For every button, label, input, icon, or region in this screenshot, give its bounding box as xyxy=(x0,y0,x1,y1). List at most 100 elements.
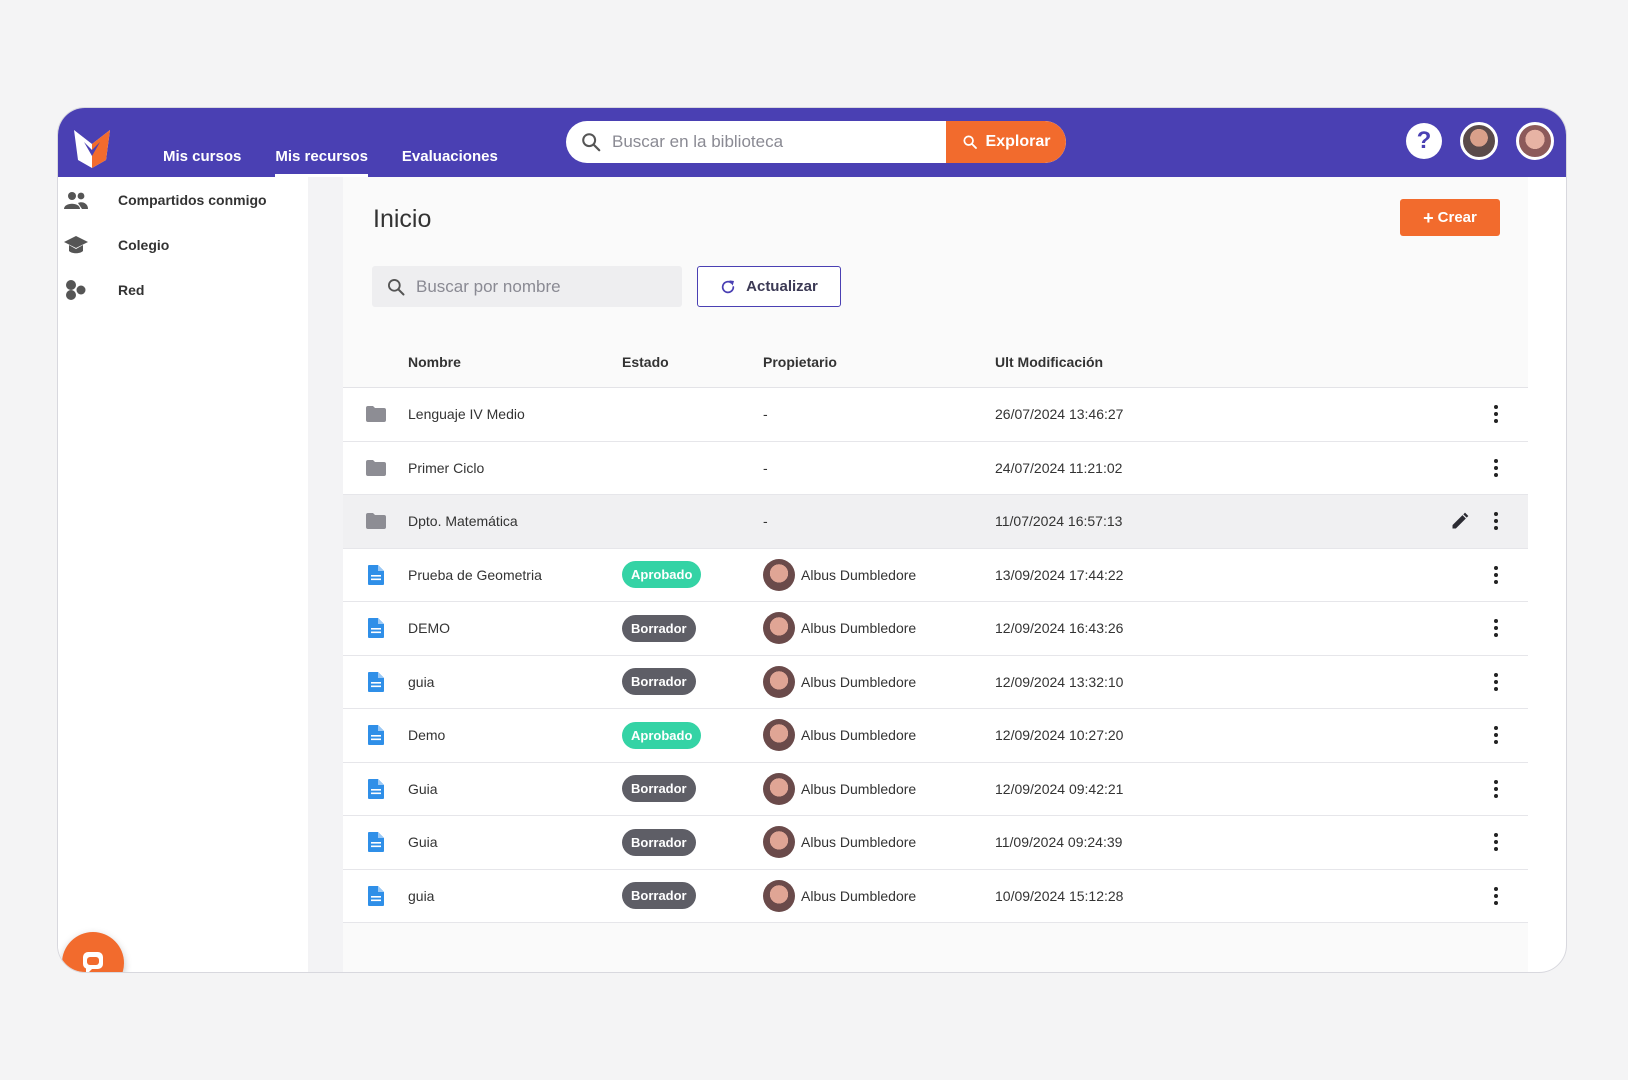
help-icon[interactable]: ? xyxy=(1406,123,1442,159)
table-row[interactable]: guia Borrador Albus Dumbledore 12/09/2024 1… xyxy=(343,655,1528,709)
resource-modified: 26/07/2024 13:46:27 xyxy=(995,406,1124,423)
owner-name: Albus Dumbledore xyxy=(801,566,917,583)
status-badge: Borrador xyxy=(622,828,696,856)
table-row[interactable]: Prueba de Geometria Aprobado Albus Dumbled… xyxy=(343,548,1528,602)
table-body: Lenguaje IV Medio - 26/07/2024 13:46:27 Pri… xyxy=(343,388,1528,923)
owner-avatar xyxy=(763,665,795,698)
owner-avatar xyxy=(763,772,795,805)
row-type-icon xyxy=(343,459,408,476)
table-header: Nombre Estado Propietario Ult Modificaci… xyxy=(343,337,1528,388)
resource-name[interactable]: Demo xyxy=(408,727,622,743)
resource-state: Borrador xyxy=(622,775,763,803)
more-options-icon[interactable] xyxy=(1494,405,1498,424)
owner-name: Albus Dumbledore xyxy=(801,727,917,744)
resource-name[interactable]: DEMO xyxy=(408,620,622,636)
table-row[interactable]: DEMO Borrador Albus Dumbledore 12/09/2024 1… xyxy=(343,602,1528,656)
sidebar-item-shared[interactable]: Compartidos conmigo xyxy=(58,177,308,222)
resources-table: Nombre Estado Propietario Ult Modificaci… xyxy=(343,337,1528,923)
row-actions xyxy=(1365,886,1528,905)
resource-owner: - xyxy=(763,513,995,529)
more-options-icon[interactable] xyxy=(1494,619,1498,638)
column-name[interactable]: Nombre xyxy=(408,354,622,370)
table-row[interactable]: Primer Ciclo - 24/07/2024 11:21:02 xyxy=(343,441,1528,495)
more-options-icon[interactable] xyxy=(1494,672,1498,691)
search-icon xyxy=(582,133,601,152)
plus-icon: + xyxy=(1423,207,1434,228)
more-options-icon[interactable] xyxy=(1494,726,1498,745)
row-type-icon xyxy=(343,671,408,692)
resource-state: Aprobado xyxy=(622,561,763,589)
resource-name[interactable]: guia xyxy=(408,674,622,690)
main-nav: Mis cursos Mis recursos Evaluaciones xyxy=(146,148,515,177)
resource-owner: Albus Dumbledore xyxy=(763,719,995,752)
chat-icon xyxy=(83,952,103,972)
owner-name: Albus Dumbledore xyxy=(801,673,917,690)
search-icon xyxy=(962,135,977,149)
resource-owner: Albus Dumbledore xyxy=(763,665,995,698)
table-row[interactable]: Demo Aprobado Albus Dumbledore 12/09/2024 1… xyxy=(343,709,1528,763)
refresh-button[interactable]: Actualizar xyxy=(697,266,841,307)
more-options-icon[interactable] xyxy=(1494,886,1498,905)
nav-tab[interactable]: Mis recursos xyxy=(258,148,385,177)
resource-owner: Albus Dumbledore xyxy=(763,612,995,645)
more-options-icon[interactable] xyxy=(1494,565,1498,584)
owner-avatar xyxy=(763,719,795,752)
sidebar-item-school[interactable]: Colegio xyxy=(58,222,308,267)
app-logo[interactable] xyxy=(70,126,114,170)
sidebar-gutter xyxy=(308,177,343,972)
edit-icon[interactable] xyxy=(1450,511,1470,531)
resource-state: Aprobado xyxy=(622,721,763,749)
nav-tab[interactable]: Evaluaciones xyxy=(385,148,515,177)
explore-button[interactable]: Explorar xyxy=(946,121,1066,163)
column-owner[interactable]: Propietario xyxy=(763,354,995,370)
resource-name[interactable]: Primer Ciclo xyxy=(408,460,622,476)
sidebar-item-label: Red xyxy=(118,281,145,298)
resource-name[interactable]: Prueba de Geometria xyxy=(408,567,622,583)
top-right-controls: ? xyxy=(1406,122,1554,160)
user-avatar[interactable] xyxy=(1516,122,1554,160)
resource-name[interactable]: Dpto. Matemática xyxy=(408,513,622,529)
owner-name: Albus Dumbledore xyxy=(801,620,917,637)
library-search: Explorar xyxy=(566,121,1066,163)
column-state[interactable]: Estado xyxy=(622,354,763,370)
page-title: Inicio xyxy=(373,205,432,233)
school-avatar[interactable] xyxy=(1460,122,1498,160)
more-options-icon[interactable] xyxy=(1494,512,1498,531)
resource-name[interactable]: Lenguaje IV Medio xyxy=(408,406,622,422)
table-row[interactable]: Guia Borrador Albus Dumbledore 12/09/2024 0… xyxy=(343,762,1528,816)
sidebar-item-network[interactable]: Red xyxy=(58,267,308,312)
graduation-cap-icon xyxy=(64,235,88,253)
resource-state: Borrador xyxy=(622,614,763,642)
row-type-icon xyxy=(343,832,408,853)
owner-avatar xyxy=(763,558,795,591)
table-row[interactable]: Dpto. Matemática - 11/07/2024 16:57:13 xyxy=(343,495,1528,549)
library-search-input[interactable] xyxy=(612,132,946,152)
nav-tab[interactable]: Mis cursos xyxy=(146,148,258,177)
resource-name[interactable]: Guia xyxy=(408,781,622,797)
create-button[interactable]: + Crear xyxy=(1400,199,1500,236)
name-search-input[interactable] xyxy=(416,276,682,297)
owner-name: - xyxy=(763,406,768,423)
table-row[interactable]: Guia Borrador Albus Dumbledore 11/09/2024 0… xyxy=(343,816,1528,870)
document-icon xyxy=(367,885,384,906)
resource-owner: Albus Dumbledore xyxy=(763,558,995,591)
row-actions xyxy=(1365,726,1528,745)
table-row[interactable]: Lenguaje IV Medio - 26/07/2024 13:46:27 xyxy=(343,388,1528,442)
row-actions xyxy=(1365,779,1528,798)
resource-state: Borrador xyxy=(622,668,763,696)
column-modified[interactable]: Ult Modificación xyxy=(995,354,1365,370)
owner-avatar xyxy=(763,826,795,859)
row-actions xyxy=(1365,672,1528,691)
more-options-icon[interactable] xyxy=(1494,833,1498,852)
more-options-icon[interactable] xyxy=(1494,779,1498,798)
resource-modified: 12/09/2024 09:42:21 xyxy=(995,780,1124,797)
row-type-icon xyxy=(343,406,408,423)
resource-name[interactable]: guia xyxy=(408,888,622,904)
chat-button[interactable] xyxy=(62,932,124,972)
resource-name[interactable]: Guia xyxy=(408,834,622,850)
table-row[interactable]: guia Borrador Albus Dumbledore 10/09/2024 1… xyxy=(343,869,1528,923)
document-icon xyxy=(367,564,384,585)
sidebar-item-label: Colegio xyxy=(118,236,170,253)
more-options-icon[interactable] xyxy=(1494,458,1498,477)
network-icon xyxy=(66,279,86,300)
